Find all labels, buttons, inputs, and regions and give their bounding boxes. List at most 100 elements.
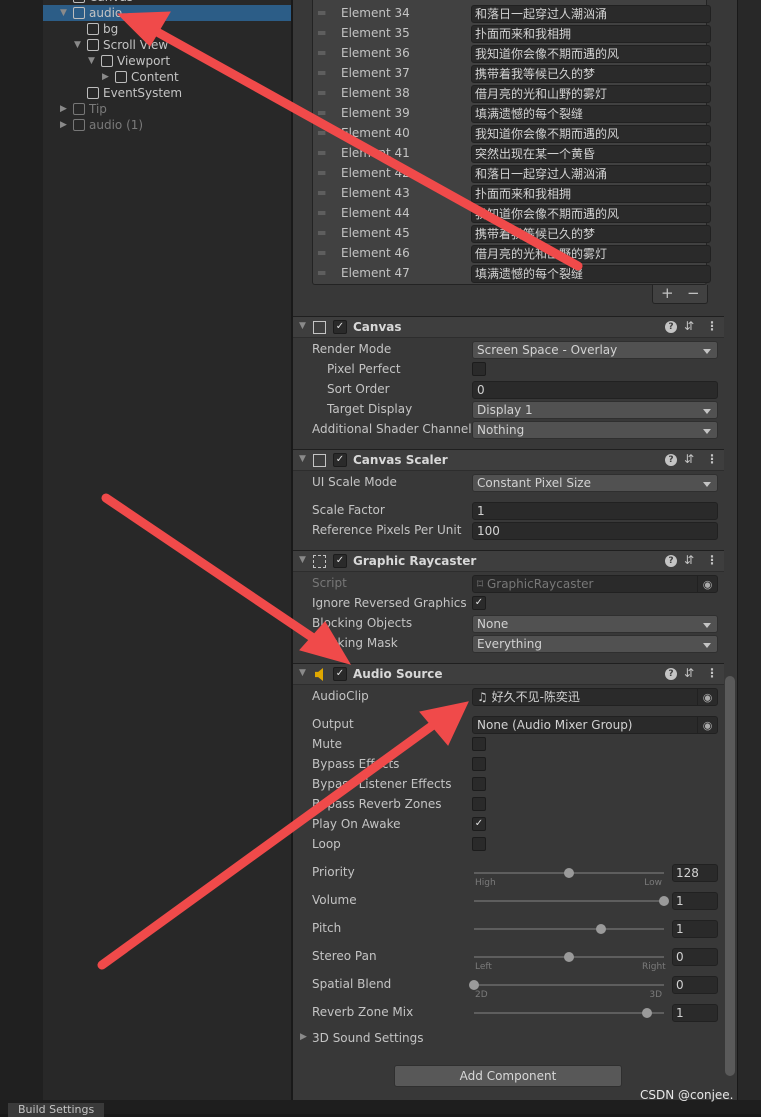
slider-handle[interactable] (595, 924, 606, 934)
drag-handle-icon[interactable]: ═ (318, 226, 325, 240)
3d-sound-settings-foldout[interactable]: 3D Sound Settings (312, 1031, 424, 1045)
help-icon[interactable]: ? (665, 555, 677, 567)
element-value-input[interactable]: 我知道你会像不期而遇的风 (471, 45, 711, 63)
ignore-reversed-graphics-checkbox[interactable]: ✓ (472, 596, 486, 610)
drag-handle-icon[interactable]: ═ (318, 46, 325, 60)
fold-closed-icon[interactable]: ▶ (60, 117, 67, 133)
spatial-blend-input[interactable]: 0 (672, 976, 718, 994)
presets-icon[interactable]: ⇵ (684, 553, 694, 567)
more-options-icon[interactable]: ⋮ (706, 319, 718, 333)
audioclip-object-field[interactable]: ♫ 好久不见-陈奕迅 ◉ (472, 688, 718, 706)
presets-icon[interactable]: ⇵ (684, 319, 694, 333)
element-value-input[interactable]: 我知道你会像不期而遇的风 (471, 205, 711, 223)
element-value-input[interactable]: 填满遗憾的每个裂缝 (471, 265, 711, 283)
build-settings-tab[interactable]: Build Settings (8, 1103, 105, 1117)
fold-open-icon[interactable]: ▼ (299, 454, 306, 464)
element-value-input[interactable]: 和落日一起穿过人潮汹涌 (471, 5, 711, 23)
drag-handle-icon[interactable]: ═ (318, 6, 325, 20)
more-options-icon[interactable]: ⋮ (706, 666, 718, 680)
bypass-listener-effects-checkbox[interactable] (472, 777, 486, 791)
hierarchy-item[interactable]: EventSystem (43, 85, 291, 101)
priority-slider[interactable] (474, 868, 664, 878)
component-enabled-checkbox[interactable]: ✓ (333, 554, 347, 568)
pitch-input[interactable]: 1 (672, 920, 718, 938)
more-options-icon[interactable]: ⋮ (706, 553, 718, 567)
drag-handle-icon[interactable]: ═ (318, 166, 325, 180)
additional-shader-channels-dropdown[interactable]: Nothing (472, 421, 718, 439)
priority-input[interactable]: 128 (672, 864, 718, 882)
slider-handle[interactable] (641, 1008, 652, 1018)
script-object-field[interactable]: ⌑ GraphicRaycaster ◉ (472, 575, 718, 593)
fold-closed-icon[interactable]: ▶ (60, 101, 67, 117)
drag-handle-icon[interactable]: ═ (318, 26, 325, 40)
drag-handle-icon[interactable]: ═ (318, 266, 325, 280)
loop-checkbox[interactable] (472, 837, 486, 851)
fold-open-icon[interactable]: ▼ (299, 555, 306, 565)
mute-checkbox[interactable] (472, 737, 486, 751)
help-icon[interactable]: ? (665, 668, 677, 680)
add-component-button[interactable]: Add Component (394, 1065, 622, 1087)
element-value-input[interactable]: 突然出现在某一个黄昏 (471, 145, 711, 163)
drag-handle-icon[interactable]: ═ (318, 106, 325, 120)
fold-closed-icon[interactable]: ▶ (300, 1032, 307, 1042)
element-value-input[interactable]: 扑面而来和我相拥 (471, 185, 711, 203)
component-enabled-checkbox[interactable]: ✓ (333, 667, 347, 681)
element-value-input[interactable]: 借月亮的光和山野的雾灯 (471, 85, 711, 103)
fold-open-icon[interactable]: ▼ (74, 37, 81, 53)
hierarchy-item[interactable]: ▼ Scroll View (43, 37, 291, 53)
blocking-mask-dropdown[interactable]: Everything (472, 635, 718, 653)
element-value-input[interactable]: 携带着我等候已久的梦 (471, 65, 711, 83)
list-remove-button[interactable]: − (687, 285, 700, 302)
object-picker-icon[interactable]: ◉ (697, 717, 717, 733)
ui-scale-mode-dropdown[interactable]: Constant Pixel Size (472, 474, 718, 492)
element-value-input[interactable]: 和落日一起穿过人潮汹涌 (471, 165, 711, 183)
object-picker-icon[interactable]: ◉ (697, 576, 717, 592)
component-enabled-checkbox[interactable]: ✓ (333, 320, 347, 334)
component-enabled-checkbox[interactable]: ✓ (333, 453, 347, 467)
output-object-field[interactable]: None (Audio Mixer Group) ◉ (472, 716, 718, 734)
hierarchy-item[interactable]: ▶ Content (43, 69, 291, 85)
fold-open-icon[interactable]: ▼ (60, 5, 67, 21)
slider-handle[interactable] (469, 980, 479, 990)
render-mode-dropdown[interactable]: Screen Space - Overlay (472, 341, 718, 359)
more-options-icon[interactable]: ⋮ (706, 452, 718, 466)
bypass-reverb-zones-checkbox[interactable] (472, 797, 486, 811)
slider-handle[interactable] (564, 868, 574, 878)
help-icon[interactable]: ? (665, 454, 677, 466)
drag-handle-icon[interactable]: ═ (318, 186, 325, 200)
component-header-audio-source[interactable]: ▼ ✓ Audio Source? ⇵ ⋮ (293, 663, 724, 685)
stereo-pan-input[interactable]: 0 (672, 948, 718, 966)
drag-handle-icon[interactable]: ═ (318, 126, 325, 140)
element-value-input[interactable]: 我知道你会像不期而遇的风 (471, 125, 711, 143)
fold-open-icon[interactable]: ▼ (88, 53, 95, 69)
play-on-awake-checkbox[interactable]: ✓ (472, 817, 486, 831)
hierarchy-item[interactable]: ▶ audio (1) (43, 117, 291, 133)
drag-handle-icon[interactable]: ═ (318, 66, 325, 80)
fold-open-icon[interactable]: ▼ (299, 668, 306, 678)
pitch-slider[interactable] (474, 924, 664, 934)
spatial-blend-slider[interactable] (469, 980, 664, 990)
volume-slider[interactable] (474, 896, 669, 906)
hierarchy-item[interactable]: ▼ audio (43, 5, 291, 21)
reference-pixels-per-unit-input[interactable]: 100 (472, 522, 718, 540)
drag-handle-icon[interactable]: ═ (318, 146, 325, 160)
object-picker-icon[interactable]: ◉ (697, 689, 717, 705)
component-header-canvas[interactable]: ▼ ✓ Canvas? ⇵ ⋮ (293, 316, 724, 338)
presets-icon[interactable]: ⇵ (684, 452, 694, 466)
fold-open-icon[interactable]: ▼ (299, 321, 306, 331)
help-icon[interactable]: ? (665, 321, 677, 333)
element-value-input[interactable]: 借月亮的光和山野的雾灯 (471, 245, 711, 263)
hierarchy-item[interactable]: ▼ Viewport (43, 53, 291, 69)
volume-input[interactable]: 1 (672, 892, 718, 910)
hierarchy-item[interactable]: ▶ Tip (43, 101, 291, 117)
drag-handle-icon[interactable]: ═ (318, 246, 325, 260)
reverb-zone-mix-input[interactable]: 1 (672, 1004, 718, 1022)
component-header-graphic-raycaster[interactable]: ▼ ✓ Graphic Raycaster? ⇵ ⋮ (293, 550, 724, 572)
presets-icon[interactable]: ⇵ (684, 666, 694, 680)
slider-handle[interactable] (564, 952, 574, 962)
drag-handle-icon[interactable]: ═ (318, 206, 325, 220)
blocking-objects-dropdown[interactable]: None (472, 615, 718, 633)
inspector-scrollbar[interactable] (725, 676, 735, 1076)
pixel-perfect-checkbox[interactable] (472, 362, 486, 376)
stereo-pan-slider[interactable] (474, 952, 664, 962)
